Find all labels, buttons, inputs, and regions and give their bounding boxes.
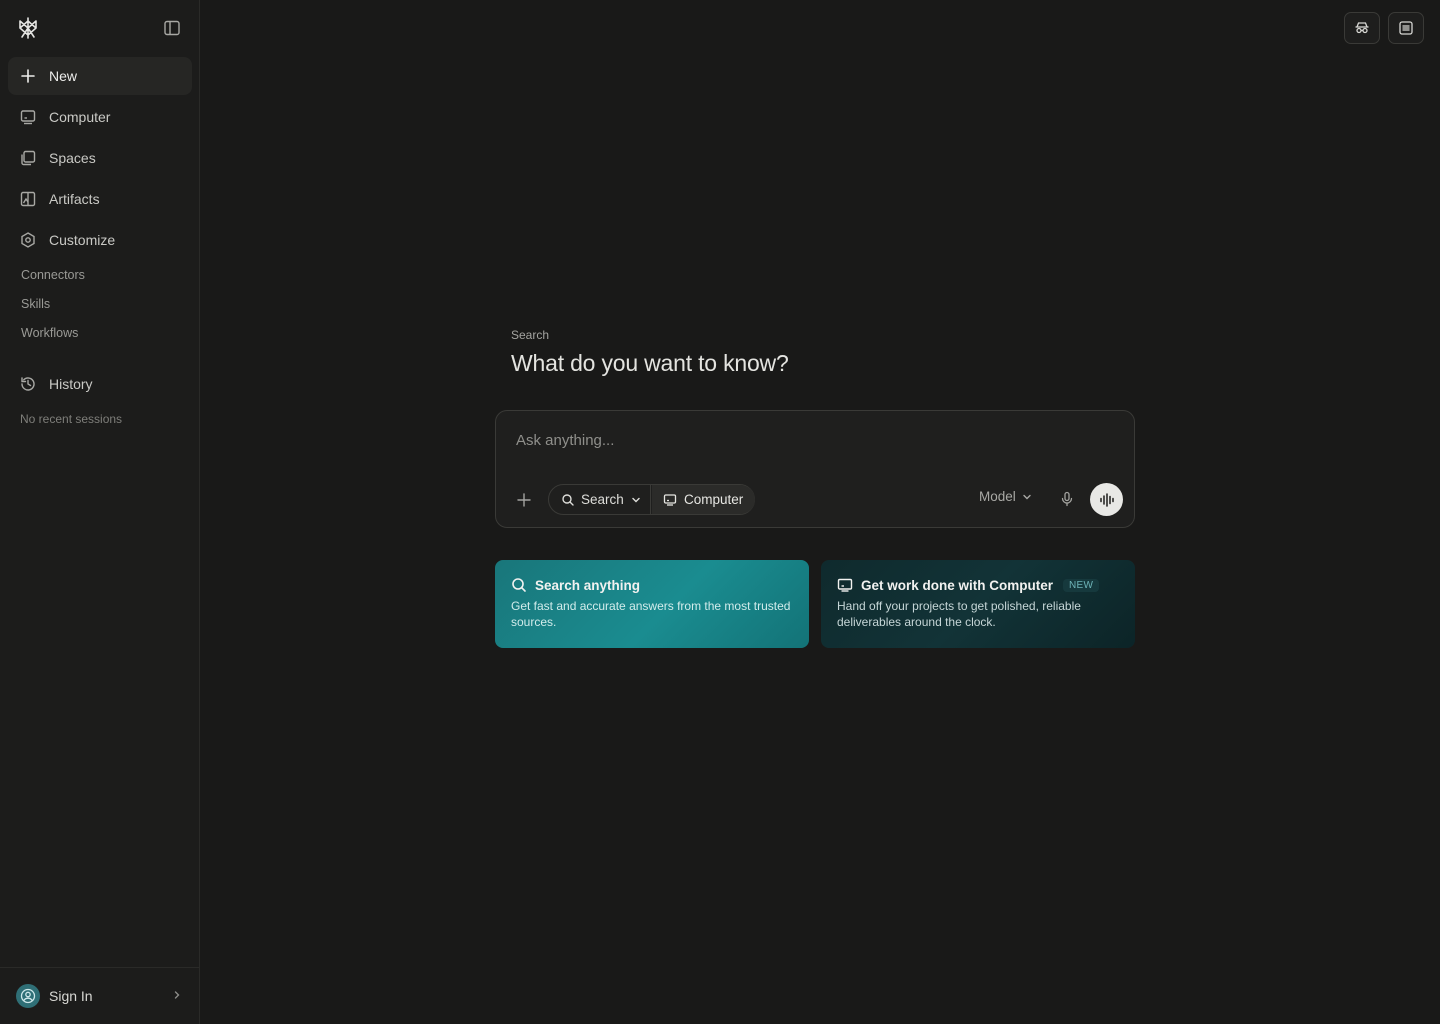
sidebar-item-history[interactable]: History [8, 365, 192, 403]
hamburger-menu-icon [1398, 20, 1414, 36]
chevron-down-icon [630, 494, 642, 506]
heading-label: Search [511, 328, 550, 342]
sidebar-item-label: History [49, 376, 93, 392]
waveform-icon [1098, 491, 1116, 509]
hexagon-gear-icon [19, 231, 37, 249]
new-badge: NEW [1063, 578, 1100, 592]
user-avatar-icon [16, 984, 40, 1008]
model-selector[interactable]: Model [979, 489, 1033, 504]
sidebar-item-customize[interactable]: Customize [8, 221, 192, 259]
microphone-icon[interactable] [1058, 490, 1076, 508]
chevron-down-icon [1021, 491, 1033, 503]
sidebar-item-spaces[interactable]: Spaces [8, 139, 192, 177]
monitor-icon [19, 108, 37, 126]
model-label: Model [979, 489, 1016, 504]
chevron-right-icon[interactable] [171, 989, 183, 1001]
card-title: Get work done with Computer [861, 577, 1054, 593]
menu-button[interactable] [1388, 12, 1424, 44]
card-title: Search anything [535, 577, 641, 593]
incognito-button[interactable] [1344, 12, 1380, 44]
artifact-icon [19, 190, 37, 208]
sidebar: New Computer Spaces Artifacts Customize … [0, 0, 200, 1024]
voice-mode-button[interactable] [1090, 483, 1123, 516]
sidebar-toggle-icon[interactable] [162, 18, 182, 38]
mode-selector: Search Computer [548, 484, 755, 515]
card-description: Get fast and accurate answers from the m… [511, 599, 791, 629]
sidebar-sub-connectors[interactable]: Connectors [21, 268, 85, 282]
page-title: What do you want to know? [511, 350, 789, 376]
app-logo-icon[interactable] [16, 16, 40, 40]
monitor-icon [837, 577, 853, 593]
sidebar-sub-workflows[interactable]: Workflows [21, 326, 78, 340]
mode-search-button[interactable]: Search [549, 485, 651, 514]
search-icon [511, 577, 527, 593]
sidebar-item-artifacts[interactable]: Artifacts [8, 180, 192, 218]
plus-icon [19, 67, 37, 85]
sidebar-item-label: Customize [49, 232, 116, 248]
new-button[interactable]: New [8, 57, 192, 95]
incognito-icon [1354, 20, 1370, 36]
sidebar-sub-skills[interactable]: Skills [21, 297, 50, 311]
sidebar-item-computer[interactable]: Computer [8, 98, 192, 136]
stack-icon [19, 149, 37, 167]
sidebar-footer: Sign In [0, 967, 199, 1024]
card-description: Hand off your projects to get polished, … [837, 599, 1081, 629]
search-icon [561, 493, 575, 507]
sidebar-item-label: Spaces [49, 150, 96, 166]
mode-search-label: Search [581, 492, 624, 507]
computer-card[interactable]: Get work done with Computer NEW Hand off… [821, 560, 1135, 648]
ask-input[interactable] [516, 429, 1116, 451]
sidebar-item-label: Computer [49, 109, 111, 125]
mode-computer-label: Computer [684, 492, 744, 507]
sign-in-label: Sign In [49, 988, 93, 1004]
monitor-icon [663, 493, 677, 507]
sidebar-item-label: Artifacts [49, 191, 100, 207]
history-icon [19, 375, 37, 393]
mode-computer-button[interactable]: Computer [652, 485, 755, 514]
search-anything-card[interactable]: Search anything Get fast and accurate an… [495, 560, 809, 648]
new-label: New [49, 68, 78, 84]
attach-plus-icon[interactable] [514, 490, 534, 510]
no-recent-sessions: No recent sessions [20, 412, 123, 426]
sign-in-button[interactable]: Sign In [16, 984, 93, 1008]
composer: Search Computer Model [495, 410, 1135, 528]
